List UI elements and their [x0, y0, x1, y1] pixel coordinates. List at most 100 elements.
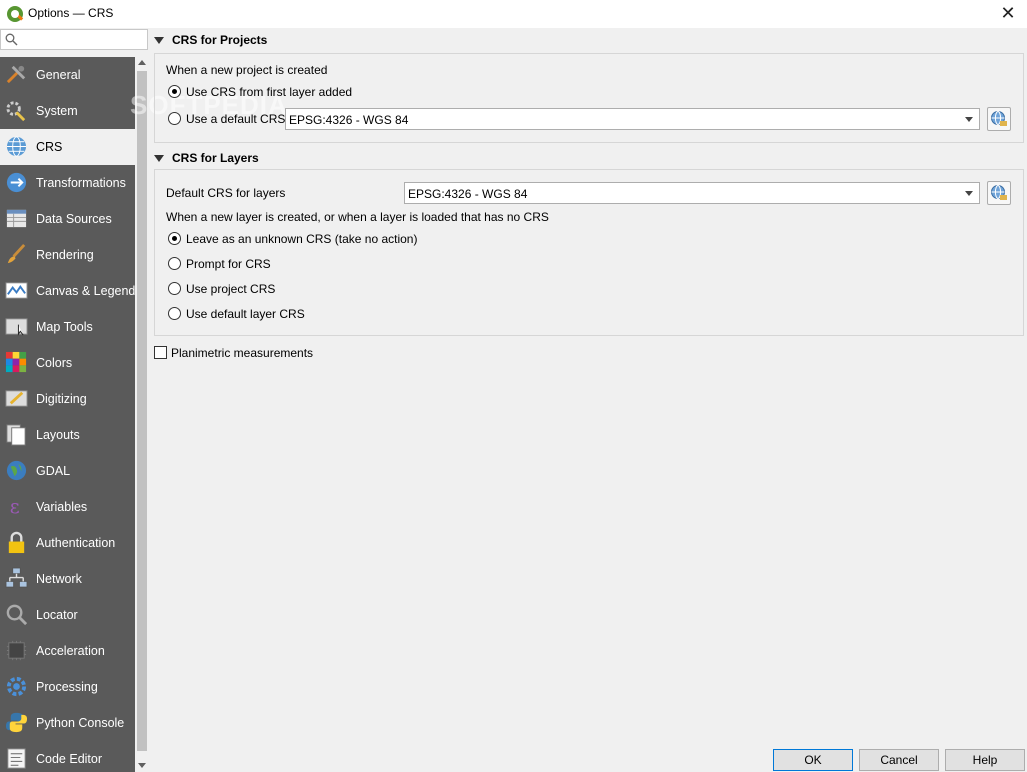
radio-first-layer-label[interactable]: Use CRS from first layer added: [186, 85, 352, 99]
variables-icon: ε: [10, 495, 20, 518]
radio-leave-unknown-label[interactable]: Leave as an unknown CRS (take no action): [186, 232, 417, 246]
sidebar-item-locator[interactable]: Locator: [0, 597, 135, 633]
layer-crs-value: EPSG:4326 - WGS 84: [408, 187, 528, 201]
project-crs-select[interactable]: EPSG:4326 - WGS 84: [285, 108, 980, 130]
chevron-down-icon: [965, 117, 973, 122]
sidebar-item-general[interactable]: General: [0, 57, 135, 93]
project-crs-value: EPSG:4326 - WGS 84: [289, 113, 409, 127]
sidebar-item-gdal[interactable]: GDAL: [0, 453, 135, 489]
sidebar-item-label: Colors: [36, 356, 73, 370]
title-bar: Options — CRS ✕: [0, 0, 1027, 28]
collapse-triangle-icon[interactable]: [154, 37, 164, 45]
radio-project-crs-label[interactable]: Use project CRS: [186, 282, 275, 296]
default-layer-crs-label: Default CRS for layers: [166, 186, 286, 200]
sidebar-item-authentication[interactable]: Authentication: [0, 525, 135, 561]
sidebar-item-network[interactable]: Network: [0, 561, 135, 597]
sidebar-item-label: CRS: [36, 140, 63, 154]
sidebar-item-label: Data Sources: [36, 212, 112, 226]
layouts-icon: [6, 424, 26, 446]
data-sources-icon: [6, 209, 27, 228]
python-icon: [5, 712, 28, 733]
sidebar-item-acceleration[interactable]: Acceleration: [0, 633, 135, 669]
window-title: Options — CRS: [28, 6, 114, 20]
project-crs-selector-button[interactable]: [987, 107, 1011, 131]
sidebar-item-label: Layouts: [36, 428, 80, 442]
sidebar-item-map-tools[interactable]: Map Tools: [0, 309, 135, 345]
sidebar-item-label: Digitizing: [36, 392, 87, 406]
layers-intro-label: When a new layer is created, or when a l…: [166, 210, 549, 224]
sidebar-scrollbar[interactable]: [135, 57, 149, 772]
svg-text:ε: ε: [10, 495, 20, 518]
sidebar-item-label: Locator: [36, 608, 78, 622]
sidebar: General System CRS Transformations Data …: [0, 57, 135, 772]
projects-section-title: CRS for Projects: [172, 33, 268, 47]
sidebar-item-label: Canvas & Legend: [36, 284, 135, 298]
scrollbar-thumb[interactable]: [137, 71, 147, 751]
sidebar-item-label: Rendering: [36, 248, 94, 262]
cancel-button[interactable]: Cancel: [859, 749, 939, 771]
scroll-up-icon[interactable]: [138, 60, 146, 65]
sidebar-item-colors[interactable]: Colors: [0, 345, 135, 381]
sidebar-item-system[interactable]: System: [0, 93, 135, 129]
sidebar-item-digitizing[interactable]: Digitizing: [0, 381, 135, 417]
sidebar-item-label: Authentication: [36, 536, 116, 550]
projects-intro-label: When a new project is created: [166, 63, 328, 77]
sidebar-item-label: General: [36, 68, 81, 82]
crs-selector-globe-icon: [991, 111, 1007, 126]
sidebar-item-data-sources[interactable]: Data Sources: [0, 201, 135, 237]
crs-globe-icon: [6, 136, 27, 157]
sidebar-item-crs[interactable]: CRS: [0, 129, 135, 165]
code-editor-icon: [7, 748, 26, 769]
radio-default-layer-crs[interactable]: [168, 307, 181, 320]
chevron-down-icon: [965, 191, 973, 196]
qgis-logo-icon: [7, 6, 24, 22]
layers-section-header[interactable]: CRS for Layers: [154, 151, 259, 165]
sidebar-item-label: Map Tools: [36, 320, 93, 334]
sidebar-item-label: Variables: [36, 500, 88, 514]
search-input[interactable]: [0, 29, 148, 50]
sidebar-item-rendering[interactable]: Rendering: [0, 237, 135, 273]
sidebar-item-label: Transformations: [36, 176, 126, 190]
sidebar-item-label: Acceleration: [36, 644, 105, 658]
rendering-brush-icon: [7, 243, 26, 264]
locator-search-icon: [6, 604, 28, 626]
canvas-legend-icon: [5, 282, 28, 299]
radio-first-layer[interactable]: [168, 85, 181, 98]
sidebar-item-python-console[interactable]: Python Console: [0, 705, 135, 741]
search-icon: [5, 33, 18, 46]
radio-leave-unknown[interactable]: [168, 232, 181, 245]
sidebar-item-label: GDAL: [36, 464, 71, 478]
sidebar-item-canvas-legend[interactable]: Canvas & Legend: [0, 273, 135, 309]
projects-section-header[interactable]: CRS for Projects: [154, 33, 267, 47]
radio-default-crs-label[interactable]: Use a default CRS: [186, 112, 285, 126]
sidebar-item-label: Processing: [36, 680, 98, 694]
sidebar-item-layouts[interactable]: Layouts: [0, 417, 135, 453]
help-button[interactable]: Help: [945, 749, 1025, 771]
collapse-triangle-icon[interactable]: [154, 155, 164, 163]
sidebar-item-transformations[interactable]: Transformations: [0, 165, 135, 201]
gdal-icon: [6, 460, 27, 481]
close-icon[interactable]: ✕: [997, 3, 1019, 25]
sidebar-item-variables[interactable]: ε Variables: [0, 489, 135, 525]
radio-default-crs[interactable]: [168, 112, 181, 125]
sidebar-item-code-editor[interactable]: Code Editor: [0, 741, 135, 772]
crs-selector-globe-icon: [991, 185, 1007, 200]
layer-crs-select[interactable]: EPSG:4326 - WGS 84: [404, 182, 980, 204]
radio-prompt-crs[interactable]: [168, 257, 181, 270]
network-icon: [5, 567, 28, 588]
sidebar-item-processing[interactable]: Processing: [0, 669, 135, 705]
planimetric-checkbox[interactable]: [154, 346, 167, 359]
digitizing-icon: [5, 390, 28, 407]
radio-default-layer-crs-label[interactable]: Use default layer CRS: [186, 307, 305, 321]
scroll-down-icon[interactable]: [138, 763, 146, 768]
radio-prompt-crs-label[interactable]: Prompt for CRS: [186, 257, 271, 271]
sidebar-item-label: System: [36, 104, 78, 118]
layer-crs-selector-button[interactable]: [987, 181, 1011, 205]
lock-icon: [8, 531, 25, 554]
planimetric-label[interactable]: Planimetric measurements: [171, 346, 313, 360]
sidebar-item-label: Network: [36, 572, 82, 586]
radio-project-crs[interactable]: [168, 282, 181, 295]
sidebar-item-label: Code Editor: [36, 752, 103, 766]
system-icon: [6, 101, 26, 122]
ok-button[interactable]: OK: [773, 749, 853, 771]
